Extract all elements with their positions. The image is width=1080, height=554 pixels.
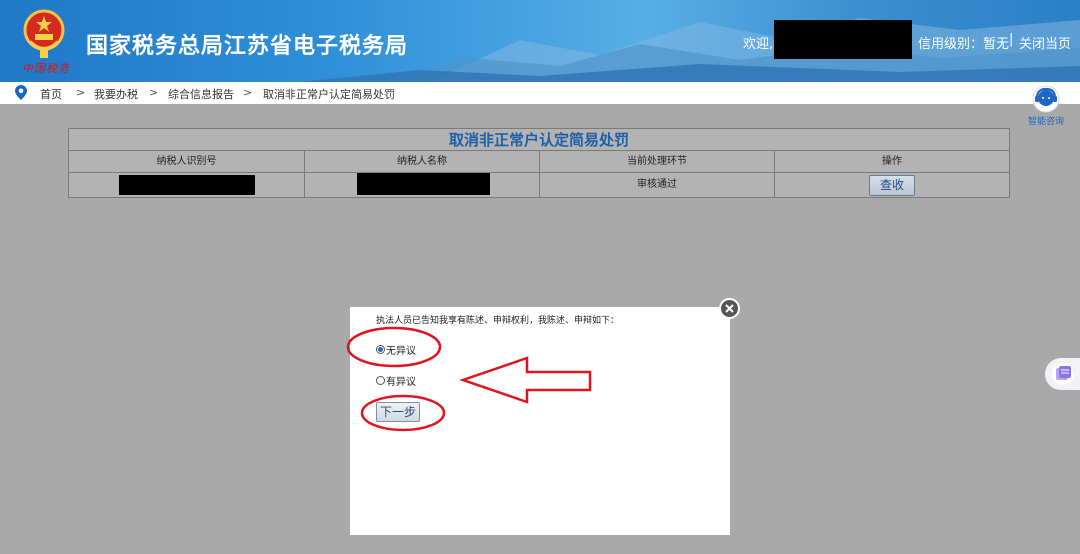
redacted-username: [774, 20, 912, 59]
breadcrumb-arrow: >: [149, 86, 159, 99]
redacted-taxpayer-name: [357, 173, 490, 195]
breadcrumb: 首页 > 我要办税 > 综合信息报告 > 取消非正常户认定简易处罚: [0, 82, 1080, 104]
breadcrumb-home[interactable]: 首页: [40, 86, 62, 102]
site-title: 国家税务总局江苏省电子税务局: [86, 34, 409, 59]
close-page-link[interactable]: 关闭当页: [1019, 33, 1071, 52]
smart-consult-button[interactable]: 智能咨询: [1022, 84, 1070, 128]
redacted-taxpayer-id: [119, 175, 255, 195]
close-icon: [725, 304, 734, 313]
dialog-prompt: 执法人员已告知我享有陈述、申辩权利，我陈述、申辩如下：: [376, 316, 620, 326]
customer-service-icon: [1032, 85, 1060, 113]
table-title: 取消非正常户认定简易处罚: [69, 129, 1009, 151]
china-tax-calligraphy: 中国税务: [22, 62, 70, 75]
welcome-text: 欢迎,: [743, 37, 774, 52]
penalty-table: 取消非正常户认定简易处罚 纳税人识别号 纳税人名称 当前处理环节 操作 审核通过…: [68, 128, 1010, 198]
has-objection-label: 有异议: [386, 377, 416, 388]
national-emblem-icon: [23, 9, 65, 58]
next-step-button[interactable]: 下一步: [376, 402, 420, 422]
view-receive-button[interactable]: 查收: [869, 175, 915, 196]
location-pin-icon: [15, 85, 27, 100]
dialog-close-button[interactable]: [719, 298, 740, 319]
smart-consult-label: 智能咨询: [1027, 117, 1064, 127]
no-objection-radio[interactable]: [376, 345, 385, 354]
breadcrumb-tax-handling[interactable]: 我要办税: [94, 86, 138, 102]
header-separator: |: [1009, 32, 1014, 47]
has-objection-radio[interactable]: [376, 376, 385, 385]
header-taxpayer-name: 纳税人名称: [305, 151, 540, 173]
option-has-objection[interactable]: 有异议: [376, 373, 416, 388]
site-header: 中国税务 国家税务总局江苏省电子税务局 欢迎, 信用级别：暂无 | 关闭当页: [0, 0, 1080, 82]
cell-current-stage: 审核通过: [540, 173, 775, 197]
document-stack-icon: [1052, 363, 1074, 385]
side-tool-button[interactable]: [1045, 358, 1080, 390]
no-objection-label: 无异议: [386, 346, 416, 357]
breadcrumb-current: 取消非正常户认定简易处罚: [263, 88, 395, 101]
header-operation: 操作: [775, 151, 1009, 173]
option-no-objection[interactable]: 无异议: [376, 342, 416, 357]
header-current-stage: 当前处理环节: [540, 151, 775, 173]
breadcrumb-arrow: >: [76, 86, 86, 99]
header-taxpayer-id: 纳税人识别号: [69, 151, 305, 173]
breadcrumb-info-report[interactable]: 综合信息报告: [168, 86, 234, 102]
breadcrumb-arrow: >: [243, 86, 253, 99]
credit-level: 信用级别：暂无: [918, 37, 1010, 52]
